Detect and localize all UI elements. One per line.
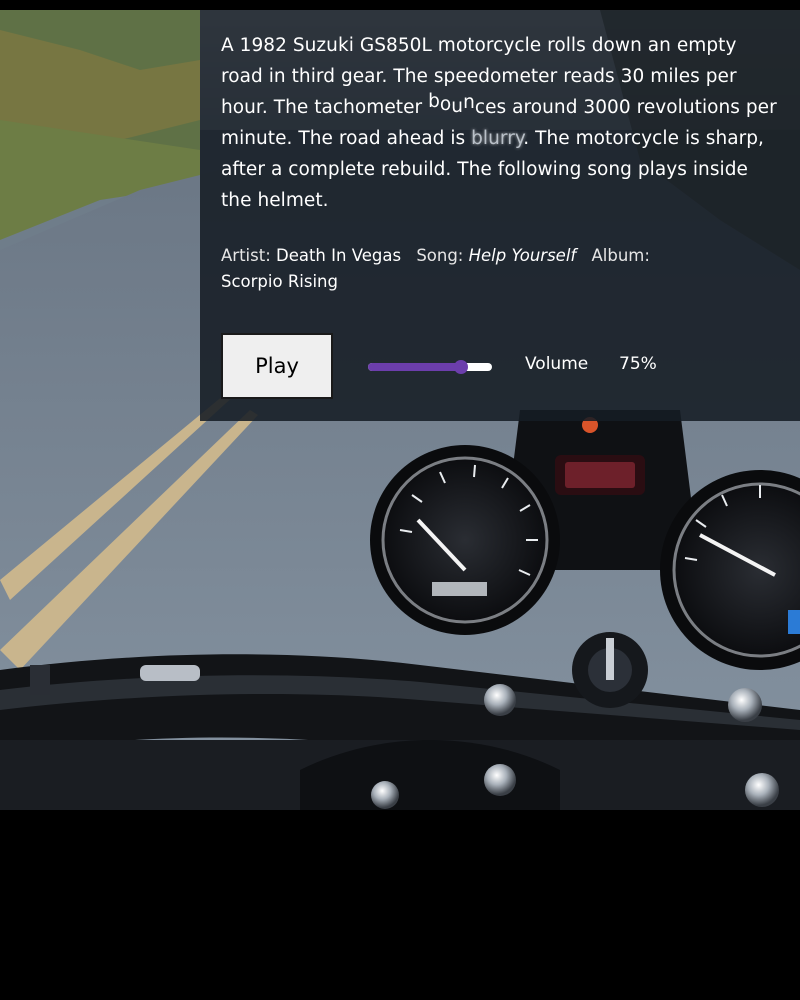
player-panel: A 1982 Suzuki GS850L motorcycle rolls do… — [200, 10, 800, 421]
volume-slider-thumb[interactable] — [454, 360, 468, 374]
volume-label: Volume — [525, 354, 589, 374]
track-info: Artist: Death In Vegas Song: Help Yourse… — [221, 243, 681, 295]
play-button[interactable]: Play — [221, 333, 333, 399]
artist-name: Death In Vegas — [276, 246, 402, 265]
bounce-letter: c — [474, 97, 486, 118]
blurry-word: blurry — [471, 128, 524, 149]
artist-label: Artist: — [221, 246, 271, 265]
bounce-letter: o — [439, 94, 452, 115]
scene-description: A 1982 Suzuki GS850L motorcycle rolls do… — [221, 30, 782, 216]
bounce-letter: b — [428, 91, 440, 112]
top-border — [0, 0, 800, 10]
song-title: Help Yourself — [468, 246, 577, 265]
bounce-letter: es — [485, 97, 507, 118]
bottom-black-area — [0, 810, 800, 1000]
bouncing-word: bounces — [428, 91, 506, 118]
volume-slider-fill — [368, 363, 461, 371]
album-name: Scorpio Rising — [221, 272, 338, 291]
volume-slider[interactable] — [368, 360, 492, 374]
song-label: Song: — [416, 246, 464, 265]
bounce-letter: u — [451, 96, 464, 117]
bounce-letter: n — [463, 92, 475, 113]
album-label: Album: — [591, 246, 650, 265]
player-controls: Play Volume 75% — [221, 333, 781, 399]
volume-value: 75% — [619, 354, 657, 374]
